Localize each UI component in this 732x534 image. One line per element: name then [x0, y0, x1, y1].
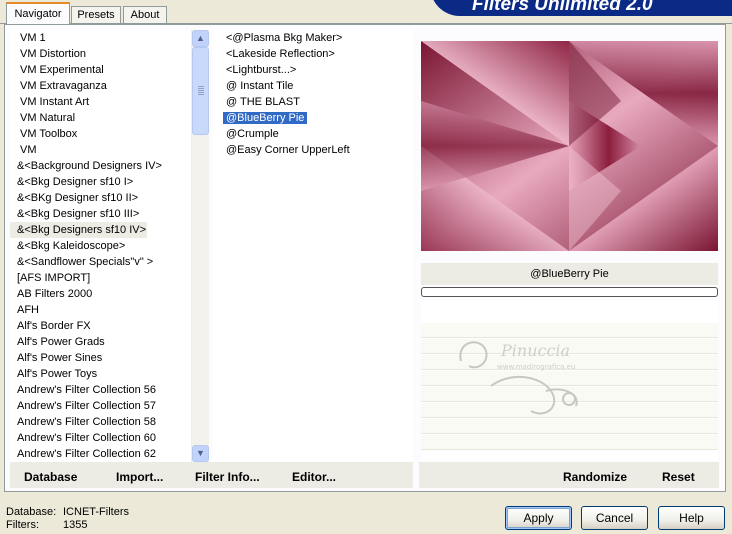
category-item[interactable]: VM Natural [10, 110, 75, 126]
category-item[interactable]: Alf's Border FX [10, 318, 91, 334]
category-item[interactable]: VM 1 [10, 30, 46, 46]
filter-item-label: <Lightburst...> [226, 64, 297, 76]
filter-item[interactable]: @Crumple [213, 126, 279, 142]
database-status: Database: ICNET-Filters [6, 506, 129, 518]
tab-presets[interactable]: Presets [71, 6, 121, 23]
database-value: ICNET-Filters [63, 506, 129, 518]
list-button-row: Database Import... Filter Info... Editor… [10, 462, 413, 488]
category-item[interactable]: &<Bkg Designer sf10 I> [10, 174, 133, 190]
filter-item[interactable]: <Lightburst...> [213, 62, 296, 78]
category-item[interactable]: Andrew's Filter Collection 62 [10, 446, 156, 462]
filter-preview [421, 41, 718, 251]
apply-button[interactable]: Apply [505, 506, 572, 530]
category-item[interactable]: Alf's Power Grads [10, 334, 105, 350]
preview-filter-name: @BlueBerry Pie [421, 263, 718, 285]
category-item[interactable]: &<Bkg Designers sf10 IV> [10, 222, 147, 238]
category-item[interactable]: [AFS IMPORT] [10, 270, 90, 286]
category-item[interactable]: VM Instant Art [10, 94, 89, 110]
brand-banner: Filters Unlimited 2.0 [430, 0, 732, 16]
category-item[interactable]: VM Extravaganza [10, 78, 107, 94]
category-item[interactable]: Andrew's Filter Collection 58 [10, 414, 156, 430]
category-item[interactable]: &<Bkg Kaleidoscope> [10, 238, 125, 254]
filter-item[interactable]: <@Plasma Bkg Maker> [213, 30, 342, 46]
category-item[interactable]: Alf's Power Toys [10, 366, 97, 382]
filter-item-label: @ THE BLAST [226, 96, 300, 108]
filters-value: 1355 [63, 519, 88, 531]
filter-item-label: <Lakeside Reflection> [226, 48, 335, 60]
filter-info-button[interactable]: Filter Info... [195, 462, 260, 488]
category-item[interactable]: VM Toolbox [10, 126, 77, 142]
grip-icon [198, 86, 204, 95]
category-item[interactable]: AB Filters 2000 [10, 286, 92, 302]
category-item[interactable]: VM [10, 142, 37, 158]
chevron-up-icon[interactable]: ▲ [192, 30, 209, 47]
filter-item[interactable]: @BlueBerry Pie [213, 110, 308, 126]
param-row [421, 435, 718, 450]
tab-navigator[interactable]: Navigator [6, 2, 70, 24]
category-item[interactable]: Andrew's Filter Collection 56 [10, 382, 156, 398]
reset-button[interactable]: Reset [662, 462, 695, 488]
watermark-logo: Pinuccia www.madirografica.eu [459, 341, 578, 415]
category-item[interactable]: &<Bkg Designer sf10 III> [10, 206, 139, 222]
category-item[interactable]: Alf's Power Sines [10, 350, 102, 366]
database-button[interactable]: Database [24, 462, 77, 488]
category-item[interactable]: VM Distortion [10, 46, 86, 62]
filters-status: Filters: 1355 [6, 519, 87, 531]
filter-item-label: <@Plasma Bkg Maker> [226, 32, 343, 44]
randomize-button[interactable]: Randomize [563, 462, 627, 488]
import-button[interactable]: Import... [116, 462, 163, 488]
filter-item-label: @Easy Corner UpperLeft [226, 144, 350, 156]
filter-item[interactable]: @ Instant Tile [213, 78, 293, 94]
category-list[interactable]: VM 1 VM Distortion VM Experimental VM Extra… [10, 30, 191, 462]
parameter-area: Pinuccia www.madirografica.eu [421, 301, 718, 461]
database-label: Database: [6, 506, 57, 518]
category-item[interactable]: VM Experimental [10, 62, 104, 78]
preview-button-row: Randomize Reset [419, 462, 719, 488]
editor-button[interactable]: Editor... [292, 462, 336, 488]
filter-item-label: @BlueBerry Pie [223, 112, 308, 124]
chevron-down-icon[interactable]: ▼ [192, 445, 209, 462]
category-item[interactable]: &<Sandflower Specials"v" > [10, 254, 153, 270]
progress-bar [421, 287, 718, 297]
tab-about[interactable]: About [123, 6, 167, 23]
category-item[interactable]: Andrew's Filter Collection 60 [10, 430, 156, 446]
cancel-button[interactable]: Cancel [581, 506, 648, 530]
preview-image [421, 41, 718, 251]
watermark-url: www.madirografica.eu [497, 363, 575, 371]
filter-list[interactable]: <@Plasma Bkg Maker> <Lakeside Reflection>… [213, 30, 413, 462]
category-item[interactable]: AFH [10, 302, 39, 318]
filter-item-label: @ Instant Tile [226, 80, 294, 92]
filter-item-label: @Crumple [226, 128, 279, 140]
filter-item[interactable]: <Lakeside Reflection> [213, 46, 335, 62]
category-item[interactable]: Andrew's Filter Collection 57 [10, 398, 156, 414]
help-button[interactable]: Help [658, 506, 725, 530]
category-item[interactable]: &<Background Designers IV> [10, 158, 162, 174]
filter-item[interactable]: @ THE BLAST [213, 94, 300, 110]
filters-label: Filters: [6, 519, 39, 531]
filter-item[interactable]: @Easy Corner UpperLeft [213, 142, 350, 158]
scroll-thumb[interactable] [192, 47, 209, 135]
category-item[interactable]: &<BKg Designer sf10 II> [10, 190, 138, 206]
category-scrollbar[interactable]: ▲ ▼ [191, 30, 209, 462]
watermark-name: Pinuccia [500, 341, 570, 360]
